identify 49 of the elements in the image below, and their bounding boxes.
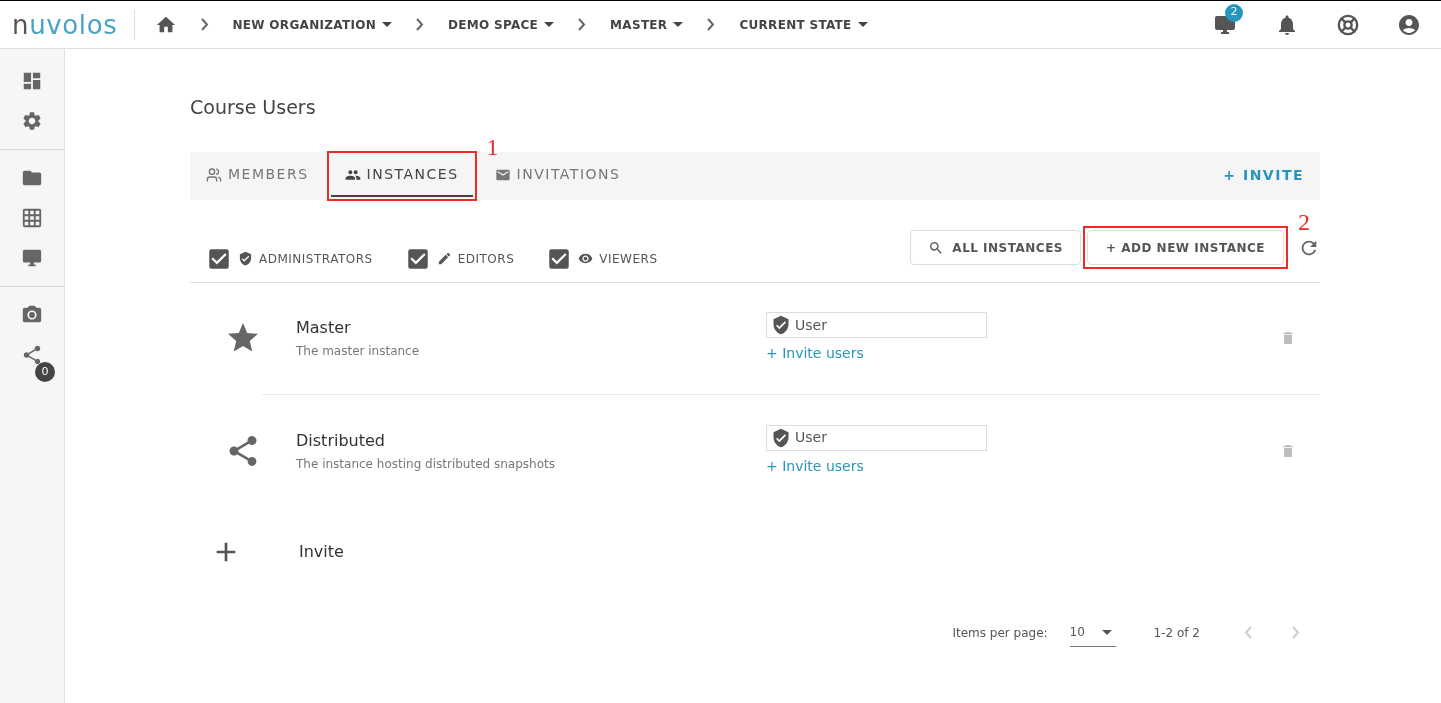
- all-instances-button[interactable]: ALL INSTANCES: [910, 230, 1081, 265]
- chevron-icon: [200, 18, 209, 31]
- pencil-icon: [436, 251, 452, 266]
- breadcrumb-dropdown[interactable]: NEW ORGANIZATION: [232, 15, 392, 34]
- caret-icon: [382, 22, 392, 27]
- settings-icon[interactable]: [21, 110, 43, 132]
- chevron-icon: [416, 18, 424, 31]
- lifebuoy-icon[interactable]: [1337, 13, 1359, 36]
- shield-icon: [771, 315, 791, 335]
- breadcrumb-dropdown[interactable]: MASTER: [610, 15, 684, 34]
- chevron-icon: [578, 18, 587, 31]
- caret-icon: [857, 22, 868, 27]
- instance-description: The instance hosting distributed snapshots: [296, 455, 556, 473]
- caret-icon: [673, 22, 684, 27]
- filter-label: ADMINISTRATORS: [259, 250, 373, 268]
- annotation-number: 2: [1298, 210, 1310, 234]
- shield-icon: [771, 427, 791, 448]
- page-range: 1-2 of 2: [1153, 624, 1200, 642]
- items-per-page-label: Items per page:: [952, 624, 1048, 642]
- filter-label: VIEWERS: [599, 250, 658, 268]
- monitor-icon[interactable]: [21, 247, 43, 269]
- share-icon[interactable]: [21, 344, 43, 366]
- account-icon[interactable]: [1397, 12, 1421, 37]
- add-instance-button[interactable]: + ADD NEW INSTANCE: [1087, 230, 1284, 265]
- caret-icon: [1101, 629, 1112, 635]
- page-title: Course Users: [190, 95, 317, 120]
- role-field[interactable]: User: [766, 312, 987, 338]
- instance-name: Distributed: [296, 429, 386, 452]
- caret-icon: [544, 22, 555, 27]
- tab[interactable]: INSTANCES: [330, 154, 473, 197]
- invite-row-label[interactable]: Invite: [299, 539, 344, 564]
- eye-icon: [578, 251, 594, 266]
- role-field[interactable]: User: [766, 424, 987, 451]
- shield-icon: [238, 251, 253, 266]
- items-per-page-select[interactable]: 10: [1069, 618, 1116, 647]
- instance-description: The master instance: [296, 343, 421, 360]
- count-badge: 0: [35, 362, 55, 382]
- notification-badge: 2: [1225, 3, 1243, 22]
- dashboard-icon[interactable]: [21, 70, 43, 92]
- search-icon: [928, 239, 945, 256]
- chevron-icon: [707, 18, 716, 31]
- logo: nuvolos: [12, 9, 135, 40]
- breadcrumb-dropdown[interactable]: CURRENT STATE: [739, 15, 868, 34]
- tab[interactable]: MEMBERS: [192, 154, 323, 197]
- group-icon: [206, 166, 222, 183]
- grid-icon[interactable]: [21, 207, 43, 229]
- instance-name: Master: [296, 317, 352, 339]
- breadcrumb-dropdown[interactable]: DEMO SPACE: [448, 15, 555, 34]
- filter-label: EDITORS: [457, 250, 515, 268]
